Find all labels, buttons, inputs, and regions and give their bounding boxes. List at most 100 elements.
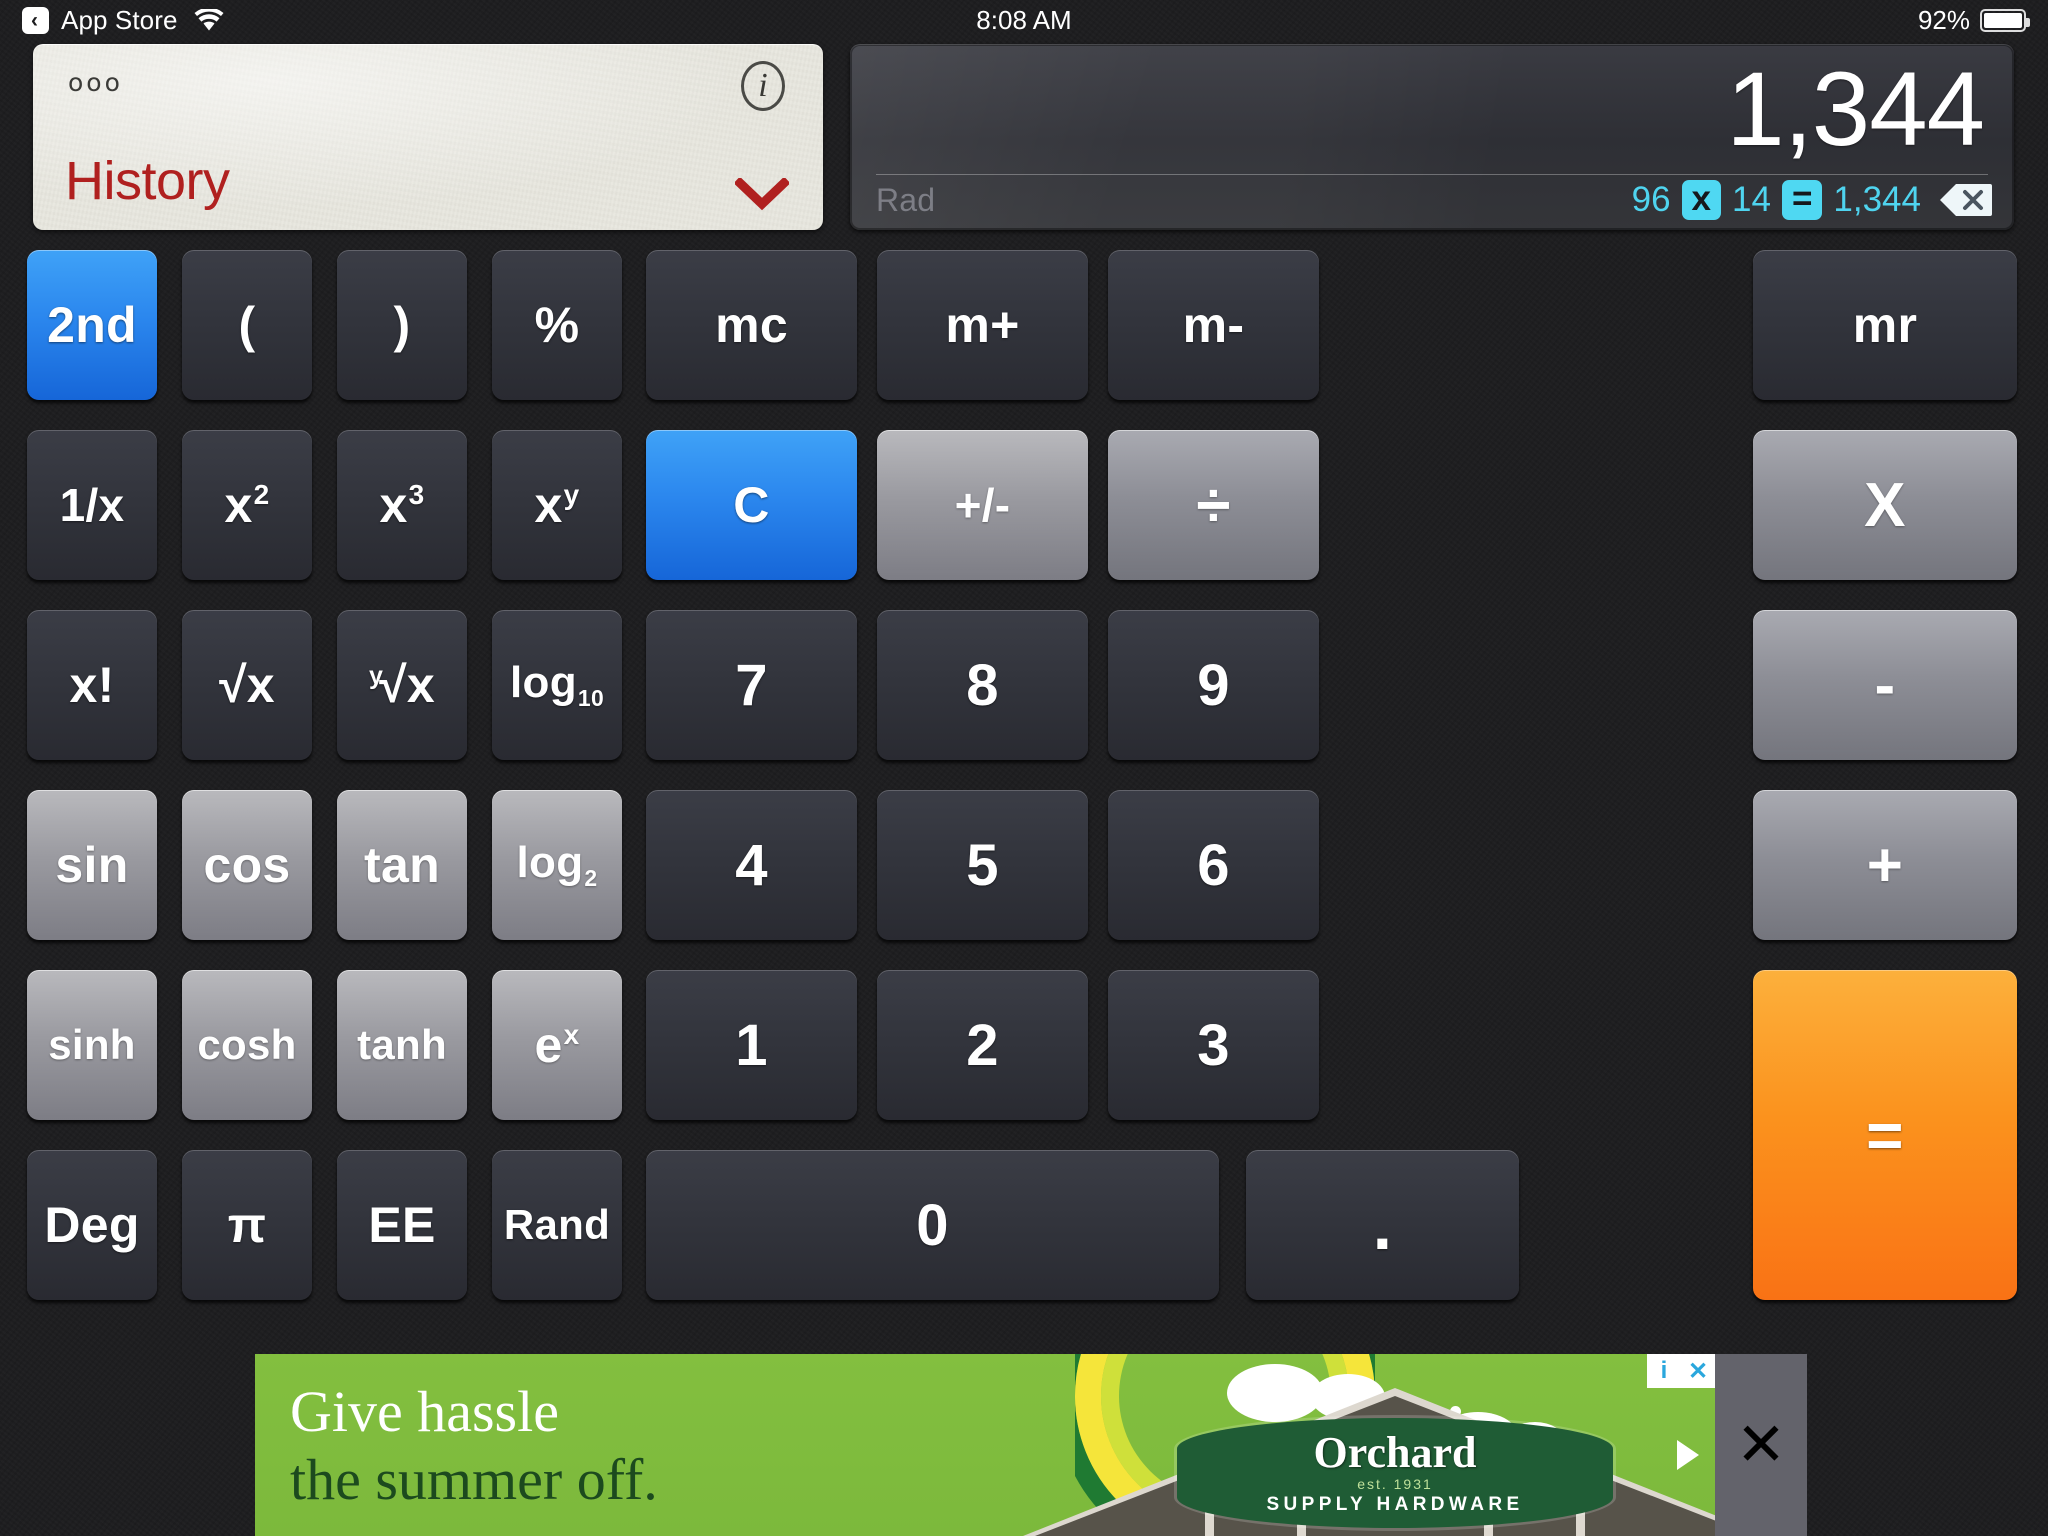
ad-close-button[interactable]: ✕ [1715,1354,1807,1536]
tape-result: 1,344 [1833,180,1921,219]
key-degrees[interactable]: Deg [27,1150,157,1300]
key-memory-clear[interactable]: mc [646,250,857,400]
status-bar-time: 8:08 AM [976,4,1072,35]
play-triangle-icon[interactable] [1677,1440,1699,1470]
backspace-icon[interactable] [1940,182,1992,218]
key-x-squared[interactable]: x2 [182,430,312,580]
battery-percent-label: 92% [1917,4,1970,35]
key-label: 6 [1197,832,1230,898]
store-facade-image: Orchard est. 1931 SUPPLY HARDWARE [1023,1388,1715,1536]
key-label: cosh [197,1021,297,1068]
key-nth-root[interactable]: y√x [337,610,467,760]
adchoices-info-icon[interactable]: i [1647,1354,1681,1388]
key-label: tan [364,837,440,893]
key-random[interactable]: Rand [492,1150,622,1300]
key-label: ( [238,297,256,353]
key-label: 2nd [47,297,137,353]
display-readout: 1,344 [1726,51,1985,168]
key-label: . [1372,1186,1393,1264]
key-7[interactable]: 7 [646,610,857,760]
key-label: 4 [735,832,768,898]
key-label: 5 [966,832,999,898]
key-x-power-y[interactable]: xy [492,430,622,580]
history-panel[interactable]: ooo i History [33,44,823,230]
key-6[interactable]: 6 [1108,790,1319,940]
key-3[interactable]: 3 [1108,970,1319,1120]
key-memory-add[interactable]: m+ [877,250,1088,400]
key-label: cos [203,837,291,893]
brand-name: Orchard [1313,1427,1477,1477]
key-cosh[interactable]: cosh [182,970,312,1120]
key-memory-recall[interactable]: mr [1753,250,2017,400]
key-close-paren[interactable]: ) [337,250,467,400]
key-label: X [1864,470,1906,540]
keypad-row: 2nd ()% mc m+ m-mr [0,250,2048,400]
keypad-row: 1/x x2 x3 xy C +/- ÷ X [0,430,2048,580]
key-label: x! [69,657,115,713]
key-1[interactable]: 1 [646,970,857,1120]
key-label: m+ [945,297,1020,353]
back-app-label[interactable]: App Store [61,5,178,36]
chevron-left-icon[interactable]: ‹ [22,6,49,34]
key-tanh[interactable]: tanh [337,970,467,1120]
status-bar-right: 92% [1917,4,2030,36]
key-clear[interactable]: C [646,430,857,580]
key-minus[interactable]: - [1753,610,2017,760]
tape-equals: = [1781,179,1823,221]
keypad: 2nd ()% mc m+ m-mr 1/x x2 x3 xy C +/- ÷ Xx! √x y√x log1… [0,250,2048,1312]
key-label: log2 [516,837,598,892]
key-open-paren[interactable]: ( [182,250,312,400]
key-2[interactable]: 2 [877,970,1088,1120]
key-5[interactable]: 5 [877,790,1088,940]
key-label: sin [55,837,129,893]
key-ee[interactable]: EE [337,1150,467,1300]
key-9[interactable]: 9 [1108,610,1319,760]
key-label: 3 [1197,1012,1230,1078]
info-circle-icon[interactable]: i [741,61,785,111]
keypad-row: sinh cosh tanh ex 1 2 3 = [0,970,2048,1300]
tape-operator: x [1681,179,1722,221]
display-tape: Rad 96 x 14 = 1,344 [876,176,1992,224]
keypad-row: sin cos tan log2 4 5 6 + [0,790,2048,940]
key-divide[interactable]: ÷ [1108,430,1319,580]
ad-creative[interactable]: Give hassle the summer off. Orchard est.… [255,1354,1715,1536]
key-memory-subtract[interactable]: m- [1108,250,1319,400]
keypad-row: x! √x y√x log10 7 8 9 - [0,610,2048,760]
battery-full-icon [1980,8,2030,32]
key-sin[interactable]: sin [27,790,157,940]
key-label: Deg [44,1197,140,1253]
key-label: 1 [735,1012,768,1078]
key-pi[interactable]: π [182,1150,312,1300]
calculator-display: 1,344 Rad 96 x 14 = 1,344 [850,44,2014,230]
top-area: ooo i History 1,344 Rad 96 x 14 = 1,344 [0,44,2048,234]
key-tan[interactable]: tan [337,790,467,940]
key-x-cubed[interactable]: x3 [337,430,467,580]
key-label: x3 [379,477,425,533]
key-percent[interactable]: % [492,250,622,400]
key-label: 1/x [59,479,125,531]
key-square-root[interactable]: √x [182,610,312,760]
adchoices-close-icon[interactable]: ✕ [1681,1354,1715,1388]
key-0[interactable]: 0 [646,1150,1219,1300]
key-4[interactable]: 4 [646,790,857,940]
key-reciprocal[interactable]: 1/x [27,430,157,580]
ad-banner[interactable]: Give hassle the summer off. Orchard est.… [255,1354,2048,1536]
key-label: 8 [966,652,999,718]
key-decimal[interactable]: . [1246,1150,1519,1300]
key-8[interactable]: 8 [877,610,1088,760]
key-cos[interactable]: cos [182,790,312,940]
key-sinh[interactable]: sinh [27,970,157,1120]
key-factorial[interactable]: x! [27,610,157,760]
key-2nd[interactable]: 2nd [27,250,157,400]
key-label: ÷ [1196,470,1231,540]
key-sign-toggle[interactable]: +/- [877,430,1088,580]
adchoices-controls[interactable]: i ✕ [1647,1354,1715,1388]
key-log2[interactable]: log2 [492,790,622,940]
key-log10[interactable]: log10 [492,610,622,760]
key-e-power-x[interactable]: ex [492,970,622,1120]
key-plus[interactable]: + [1753,790,2017,940]
ad-headline-line2: the summer off. [290,1446,658,1512]
key-label: log10 [510,657,604,712]
key-label: ex [534,1017,580,1073]
key-multiply[interactable]: X [1753,430,2017,580]
